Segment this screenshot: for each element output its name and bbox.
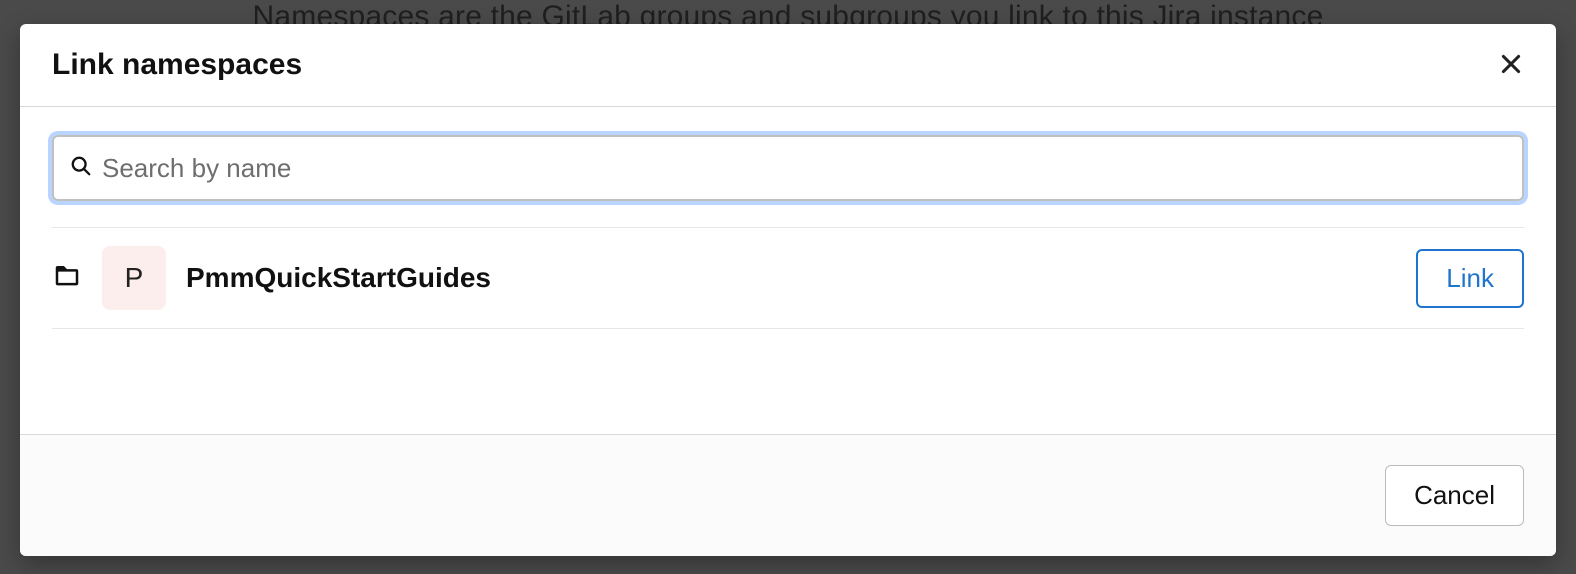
close-icon	[1498, 51, 1524, 80]
cancel-button[interactable]: Cancel	[1385, 465, 1524, 526]
namespace-name: PmmQuickStartGuides	[186, 262, 1396, 294]
search-input[interactable]	[92, 137, 1506, 199]
search-field-wrapper[interactable]	[52, 135, 1524, 201]
namespace-list: P PmmQuickStartGuides Link	[52, 227, 1524, 329]
namespace-avatar: P	[102, 246, 166, 310]
modal-footer: Cancel	[20, 434, 1556, 556]
modal-header: Link namespaces	[20, 24, 1556, 107]
search-icon	[70, 155, 92, 182]
modal-body: P PmmQuickStartGuides Link	[20, 107, 1556, 434]
link-button[interactable]: Link	[1416, 249, 1524, 308]
close-button[interactable]	[1498, 51, 1524, 80]
folder-icon	[52, 261, 82, 296]
list-item: P PmmQuickStartGuides Link	[52, 228, 1524, 329]
modal-title: Link namespaces	[52, 48, 302, 82]
link-namespaces-modal: Link namespaces P PmmQuickStartGuides Li…	[20, 24, 1556, 556]
